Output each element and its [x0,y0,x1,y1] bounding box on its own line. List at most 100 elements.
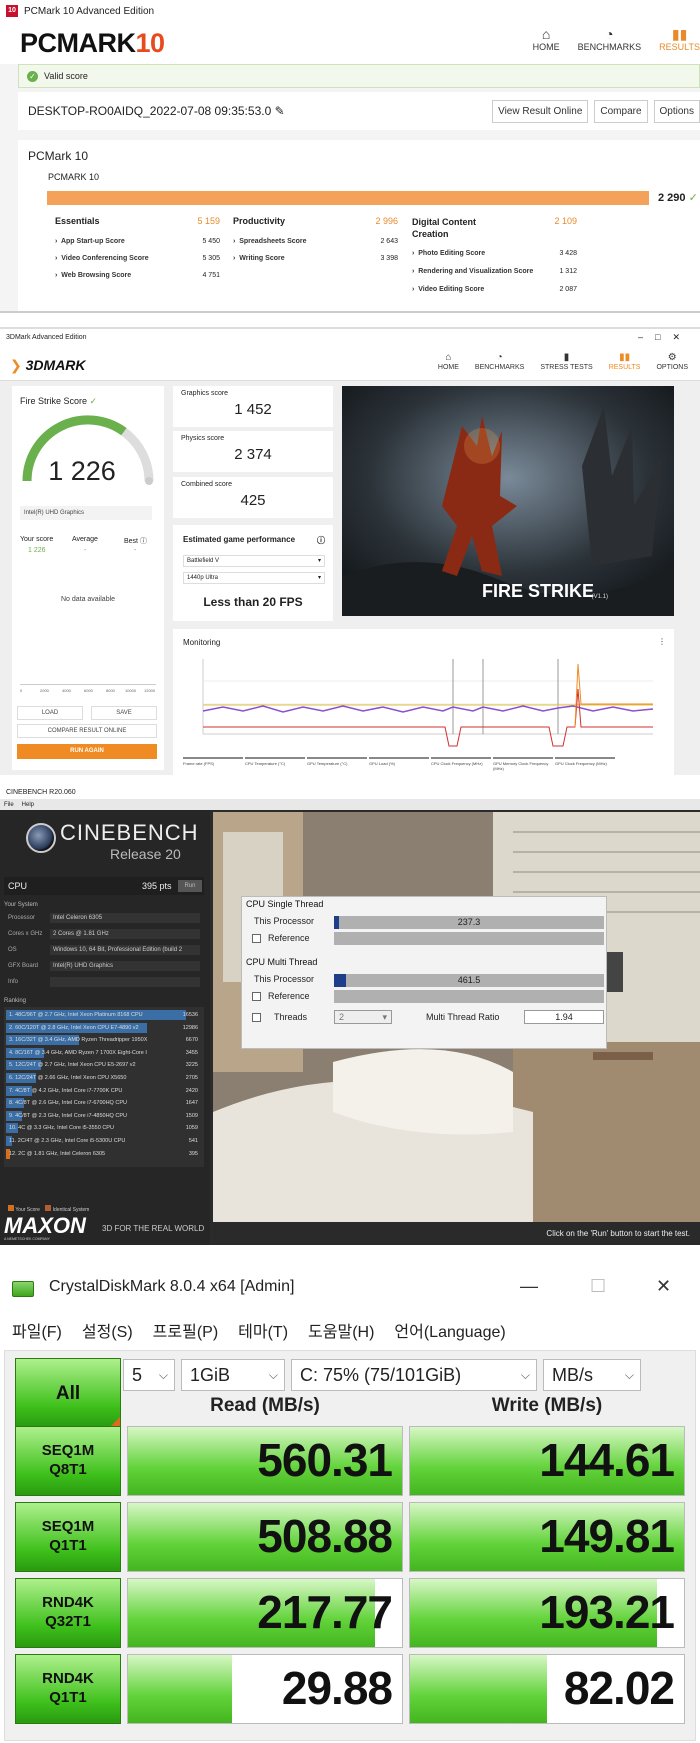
menu-language[interactable]: 언어(Language) [394,1318,505,1342]
ranking-score: 1509 [185,1112,198,1119]
sub-score-row[interactable]: › Spreadsheets Score [233,238,307,245]
view-online-button[interactable]: View Result Online [492,99,589,123]
threads-select[interactable]: 2 ▾ [334,1010,392,1024]
nav-benchmarks[interactable]: ◔ BENCHMARKS [578,26,642,52]
size-select[interactable]: 1GiB ⌵ [181,1359,285,1391]
sub-score-row[interactable]: › Video Editing Score [412,286,484,293]
maxon-logo: MAXON [4,1213,86,1238]
cinebench-window: CINEBENCH R20.060 File Help CINEBENCH Re… [0,785,700,1245]
average-label: Average [72,536,98,543]
single-thread-value: 237.3 [457,917,481,927]
menu-profile[interactable]: 프로필(P) [153,1318,219,1342]
run-button[interactable]: Run [178,880,202,892]
nav-results[interactable]: ▮▮ RESULTS [659,26,700,52]
sub-score-row[interactable]: › Rendering and Visualization Score [412,268,533,275]
ranking-list[interactable]: 1. 48C/96T @ 2.7 GHz, Intel Xeon Platinu… [4,1007,204,1167]
system-row-info[interactable]: Info [4,975,204,989]
reference-checkbox[interactable] [252,934,261,943]
reference-label: Reference [268,933,310,943]
test-rnd4k-q1t1-button[interactable]: RND4K Q1T1 [15,1654,121,1724]
all-button[interactable]: All [15,1358,121,1428]
ranking-row[interactable]: 9. 4C/8T @ 2.3 GHz, Intel Core i7-4850HQ… [4,1110,204,1122]
menu-help[interactable]: Help [22,802,34,808]
more-options-icon[interactable]: ⋮ [658,637,666,646]
no-data-text: No data available [60,596,116,603]
options-button[interactable]: Options [653,99,700,123]
menu-help[interactable]: 도움말(H) [308,1318,374,1342]
write-result: 82.02 [409,1654,685,1724]
ranking-row[interactable]: 2. 60C/120T @ 2.8 GHz, Intel Xeon CPU E7… [4,1022,204,1034]
sub-score-row[interactable]: › Web Browsing Score [55,272,131,279]
pcmark-header: PCMARK10 ⌂ HOME ◔ BENCHMARKS ▮▮ RESULTS [0,22,700,64]
drive-select[interactable]: C: 75% (75/101GiB) ⌵ [291,1359,537,1391]
ranking-label: 4. 8C/16T @ 3.4 GHz, AMD Ryzen 7 1700X E… [9,1049,147,1056]
run-again-button[interactable]: RUN AGAIN [17,744,157,759]
window-title: CINEBENCH R20.060 [6,788,76,796]
nav-options[interactable]: ⚙ OPTIONS [656,351,688,371]
info-icon[interactable]: ⓘ [317,535,325,546]
axis-tick: 10000 [125,688,137,693]
edit-icon[interactable]: ✎ [275,104,285,118]
count-select[interactable]: 5 ⌵ [123,1359,175,1391]
read-result: 560.31 [127,1426,403,1496]
menu-file[interactable]: 파일(F) [12,1318,62,1342]
ranking-row[interactable]: 3. 16C/32T @ 3.4 GHz, AMD Ryzen Threadri… [4,1034,204,1046]
nav-benchmarks[interactable]: ◔ BENCHMARKS [475,351,524,371]
threads-checkbox[interactable] [252,1013,261,1022]
reference-checkbox[interactable] [252,992,261,1001]
sub-score-row[interactable]: › Writing Score [233,255,285,262]
ranking-row[interactable]: 8. 4C/8T @ 2.6 GHz, Intel Core i7-6700HQ… [4,1097,204,1109]
sub-score-row[interactable]: › Video Conferencing Score [55,255,149,262]
write-result: 149.81 [409,1502,685,1572]
ranking-row[interactable]: 4. 8C/16T @ 3.4 GHz, AMD Ryzen 7 1700X E… [4,1047,204,1059]
ranking-row[interactable]: 12. 2C @ 1.81 GHz, Intel Celeron 6305 395 [4,1148,204,1160]
group-essentials: Essentials [55,216,100,226]
ranking-row[interactable]: 1. 48C/96T @ 2.7 GHz, Intel Xeon Platinu… [4,1009,204,1021]
compare-online-button[interactable]: COMPARE RESULT ONLINE [17,724,157,738]
test-seq1m-q8t1-button[interactable]: SEQ1M Q8T1 [15,1426,121,1496]
system-row: OS Windows 10, 64 Bit, Professional Editi… [4,943,204,957]
ranking-score: 395 [188,1150,198,1157]
test-seq1m-q1t1-button[interactable]: SEQ1M Q1T1 [15,1502,121,1572]
ranking-row[interactable]: 7. 4C/8T @ 4.2 GHz, Intel Core i7-7700K … [4,1085,204,1097]
scene-title: FIRE STRIKE [481,581,594,601]
status-hint: Click on the 'Run' button to start the t… [213,1222,700,1245]
cdm-results-grid: All 5 ⌵ 1GiB ⌵ C: 75% (75/101GiB) ⌵ MB/s ⌵ R… [4,1350,696,1741]
sub-score-row[interactable]: › App Start-up Score [55,238,125,245]
graphics-score-box: Graphics score 1 452 [173,386,333,427]
game-select[interactable]: Battlefield V ▾ [183,555,325,567]
menu-file[interactable]: File [4,802,14,808]
ranking-row[interactable]: 6. 12C/24T @ 2.66 GHz, Intel Xeon CPU X5… [4,1072,204,1084]
3dmark-header: ❯ 3DMARK ⌂ HOME ◔ BENCHMARKS ▮ STRESS TESTS… [0,345,700,381]
sub-score-row[interactable]: › Photo Editing Score [412,250,485,257]
unit-select[interactable]: MB/s ⌵ [543,1359,641,1391]
close-icon[interactable]: ✕ [656,1276,671,1297]
test-rnd4k-q32t1-button[interactable]: RND4K Q32T1 [15,1578,121,1648]
save-button[interactable]: SAVE [91,706,157,720]
multi-thread-ratio-value: 1.94 [524,1010,604,1024]
window-controls[interactable]: –□✕ [638,332,692,343]
nav-stress-tests[interactable]: ▮ STRESS TESTS [540,351,592,371]
nav-home[interactable]: ⌂ HOME [438,351,459,371]
ranking-legend: Your Score Identical System [8,1205,89,1213]
ranking-row[interactable]: 11. 2C/4T @ 2.3 GHz, Intel Core i5-5300U… [4,1135,204,1147]
load-button[interactable]: LOAD [17,706,83,720]
ranking-label: 6. 12C/24T @ 2.66 GHz, Intel Xeon CPU X5… [9,1075,127,1081]
compare-button[interactable]: Compare [594,99,648,123]
ranking-row[interactable]: 5. 12C/24T @ 2.7 GHz, Intel Xeon CPU E5-… [4,1059,204,1071]
ranking-row[interactable]: 10. 4C @ 3.3 GHz, Intel Core i5-3550 CPU… [4,1122,204,1134]
resolution-select[interactable]: 1440p Ultra ▾ [183,572,325,584]
minimize-icon[interactable]: — [520,1276,538,1297]
combined-score-label: Combined score [181,481,232,488]
pcmark-titlebar: 10 PCMark 10 Advanced Edition [0,0,700,22]
cinebench-name: CINEBENCH [60,820,199,845]
physics-score-label: Physics score [181,435,225,442]
menu-theme[interactable]: 테마(T) [238,1318,288,1342]
system-row: Cores x GHz 2 Cores @ 1.81 GHz [4,927,204,941]
maximize-icon[interactable]: ☐ [590,1276,606,1297]
nav-home[interactable]: ⌂ HOME [533,26,560,52]
menu-settings[interactable]: 설정(S) [82,1318,133,1342]
ranking-score: 12986 [182,1024,198,1031]
ranking-score: 3455 [185,1049,198,1056]
nav-results[interactable]: ▮▮ RESULTS [609,351,641,371]
